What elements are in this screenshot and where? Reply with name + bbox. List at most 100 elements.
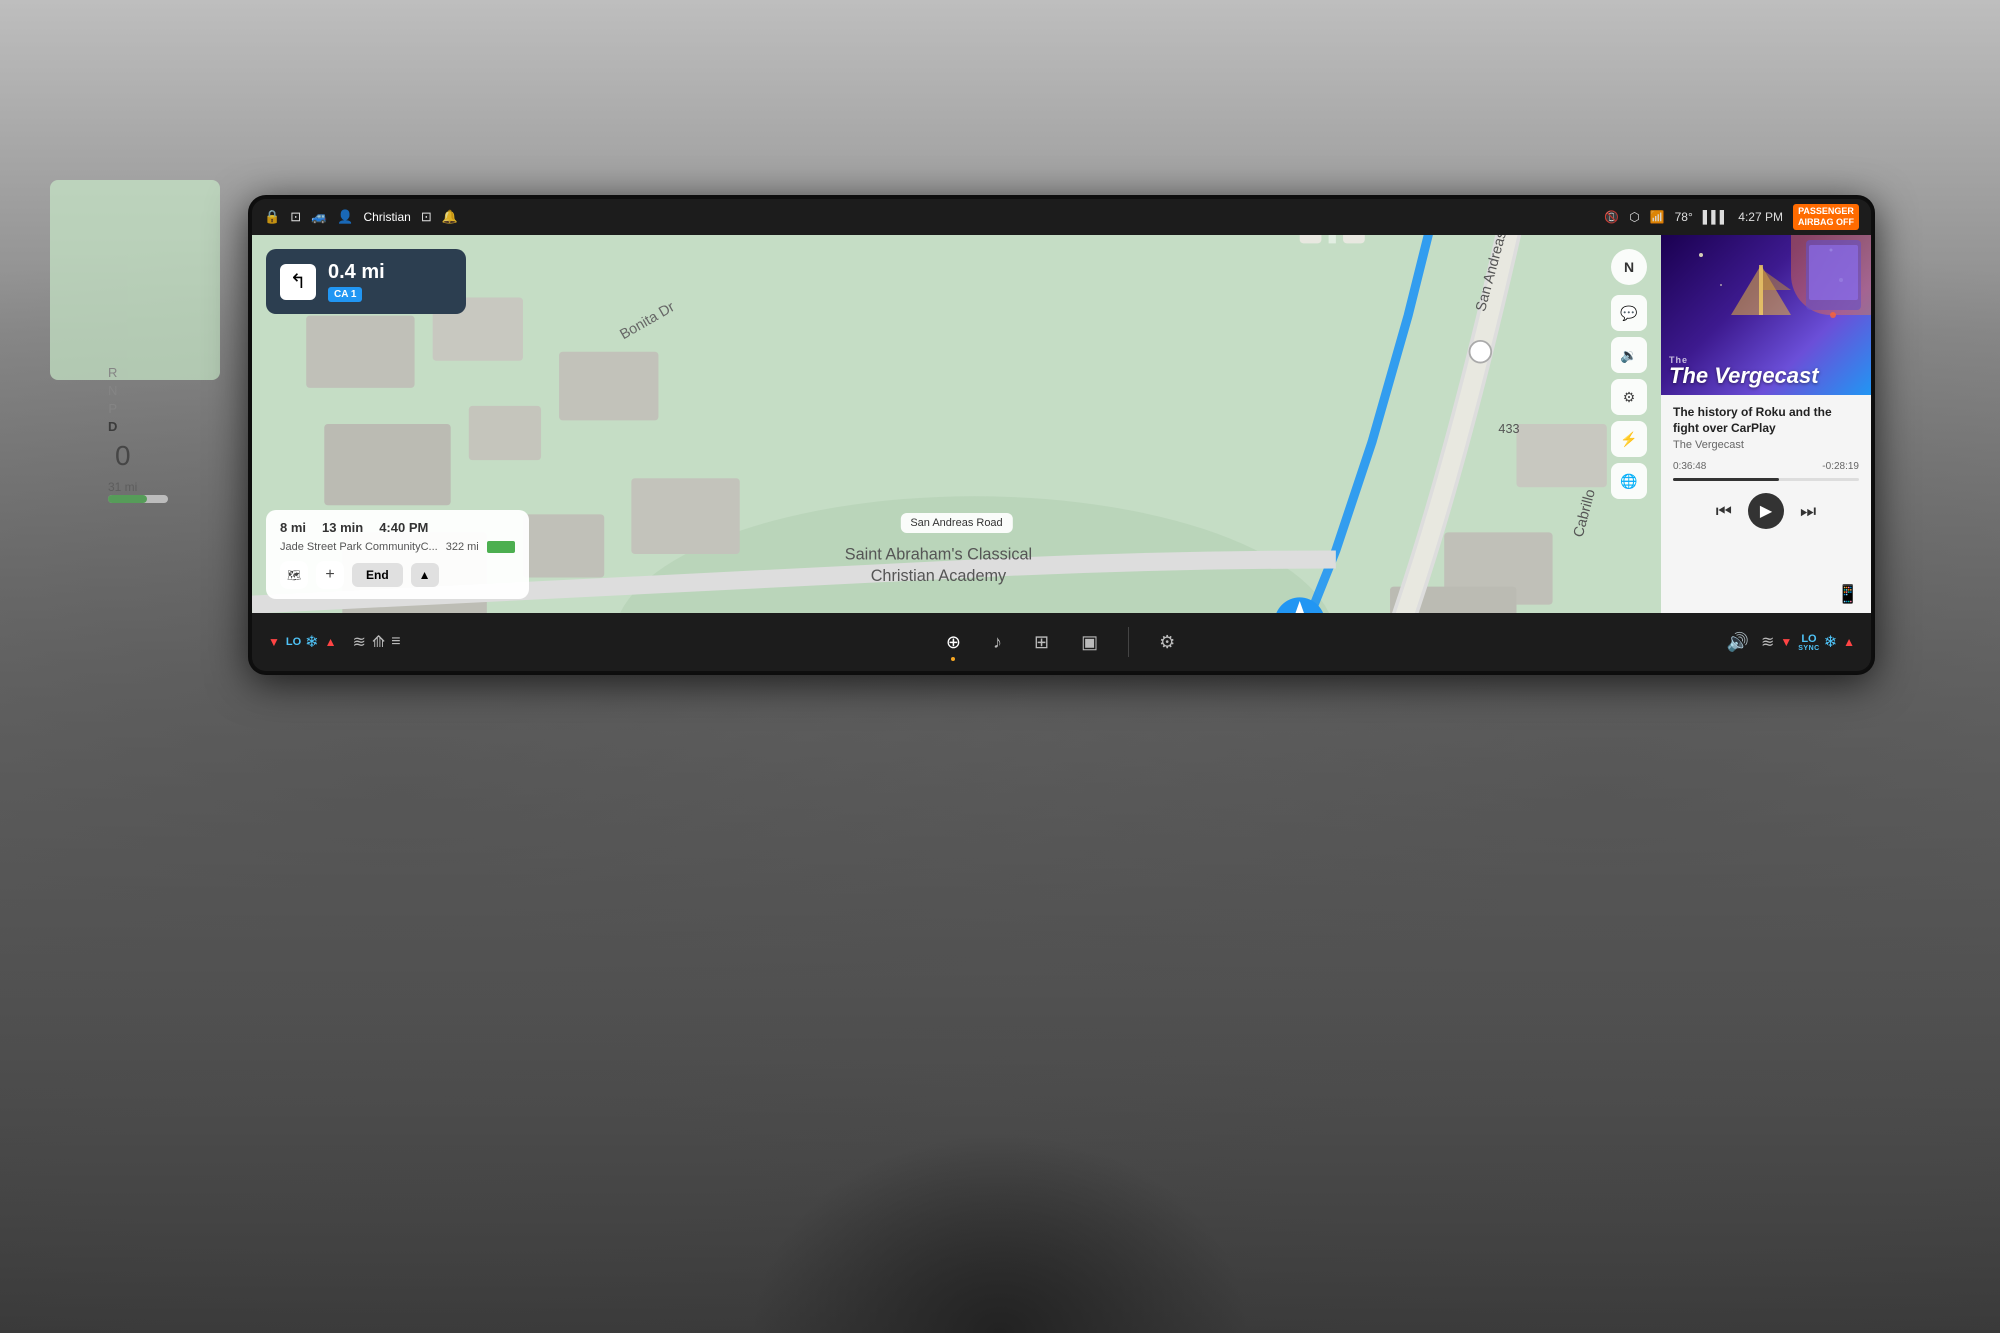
trip-duration: 13 min [322, 520, 363, 535]
car-dashboard: R N P D 0 31 mi 🔒 ⊡ 🚙 👤 Christian ⊡ 🔔 [0, 0, 2000, 1333]
add-stop-btn[interactable]: + [316, 561, 344, 589]
profile-icon[interactable]: ⊡ [421, 209, 432, 225]
speed-display: 0 [115, 440, 131, 472]
left-fan-speed: LO [286, 636, 301, 648]
main-screen: 🔒 ⊡ 🚙 👤 Christian ⊡ 🔔 📵 ⬡ 📶 78° ▌▌▌ 4:27… [252, 199, 1871, 671]
time: 4:27 PM [1738, 210, 1783, 224]
toolbar-center: ⊕ ♪ ⊞ ▣ ⚙ [401, 627, 1721, 657]
temperature: 78° [1675, 210, 1693, 224]
nav-info: 0.4 mi CA 1 [328, 261, 452, 302]
music-tab-btn[interactable]: ♪ [987, 628, 1008, 657]
flash-btn[interactable]: ⚡ [1611, 421, 1647, 457]
right-seat-heat[interactable]: ≋ [1761, 632, 1774, 652]
range-text: 322 mi [446, 541, 479, 553]
trip-panel: 8 mi 13 min 4:40 PM Jade Street Park Com… [266, 510, 529, 599]
trip-distance: 8 mi [280, 520, 306, 535]
volume-btn[interactable]: 🔉 [1611, 337, 1647, 373]
right-fan-icon[interactable]: ❄ [1824, 632, 1837, 652]
vergecast-title: The Vergecast [1669, 365, 1863, 387]
phone-btn[interactable]: 📱 [1837, 584, 1859, 605]
trip-actions: 🗺 + End ▲ [280, 561, 515, 589]
globe-btn[interactable]: 🌐 [1611, 463, 1647, 499]
podcast-title-overlay: The The Vergecast [1669, 355, 1863, 387]
nav-tab-btn[interactable]: ⊕ [940, 628, 967, 657]
camera-tab-btn[interactable]: ▣ [1075, 628, 1104, 657]
person-icon[interactable]: 👤 [337, 209, 353, 225]
gear-p: P [108, 401, 117, 416]
right-sidebar: The The Vergecast The history of Roku an… [1661, 235, 1871, 613]
podcast-cover[interactable]: The The Vergecast [1661, 235, 1871, 395]
north-indicator: N [1611, 249, 1647, 285]
svg-text:Christian Academy: Christian Academy [871, 567, 1007, 585]
signal-icon: 📶 [1650, 210, 1665, 224]
gear-n: N [108, 383, 117, 398]
steering-wheel-hint [750, 1133, 1250, 1333]
trip-destination: Jade Street Park CommunityC... 322 mi [280, 541, 515, 553]
toolbar-left: ▼ LO ❄ ▲ ≋ ⟰ ≡ [268, 632, 401, 652]
right-fan-speed: LO [1801, 633, 1816, 645]
copy-icon[interactable]: ⊡ [290, 209, 301, 225]
turn-icon: ↰ [280, 264, 316, 300]
play-pause-btn[interactable]: ▶ [1748, 493, 1784, 529]
trip-eta: 4:40 PM [379, 520, 428, 535]
nav-road-badge: CA 1 [328, 287, 452, 302]
signal-bars: ▌▌▌ [1703, 210, 1729, 224]
battery-bar [108, 495, 168, 503]
left-fan-control: LO ❄ [286, 632, 319, 652]
dest-text: Jade Street Park CommunityC... [280, 541, 438, 553]
expand-btn[interactable]: ▲ [411, 563, 439, 587]
time-remaining: -0:28:19 [1822, 461, 1859, 472]
chat-btn[interactable]: 💬 [1611, 295, 1647, 331]
battery-fill [108, 495, 147, 503]
airbag-badge: PASSENGER AIRBAG OFF [1793, 204, 1859, 230]
lock-icon[interactable]: 🔒 [264, 209, 280, 225]
main-content-area: CA 1 Saint Abraham's Classical Christian… [252, 235, 1871, 613]
volume-btn-right[interactable]: 🔊 [1721, 628, 1755, 657]
range-display: 31 mi [108, 480, 137, 494]
nav-distance: 0.4 mi [328, 261, 452, 284]
seat-heat-1[interactable]: ≋ [352, 632, 365, 652]
map-controls: 💬 🔉 ⚙ ⚡ 🌐 [1611, 295, 1647, 499]
media-times: 0:36:48 -0:28:19 [1673, 461, 1859, 472]
gear-d: D [108, 419, 117, 434]
right-up-arrow[interactable]: ▲ [1843, 635, 1855, 649]
gear-r: R [108, 365, 117, 380]
media-info: The history of Roku and the fight over C… [1661, 395, 1871, 576]
bottom-toolbar: ▼ LO ❄ ▲ ≋ ⟰ ≡ ⊕ ♪ [252, 613, 1871, 671]
map-area[interactable]: CA 1 Saint Abraham's Classical Christian… [252, 235, 1661, 613]
end-route-btn[interactable]: End [352, 563, 403, 587]
settings-tab-btn[interactable]: ⚙ [1153, 628, 1181, 657]
status-right: 📵 ⬡ 📶 78° ▌▌▌ 4:27 PM PASSENGER AIRBAG O… [1604, 204, 1859, 230]
progress-bar[interactable] [1673, 478, 1859, 481]
toolbar-divider [1128, 627, 1129, 657]
gear-indicator: R N P D [108, 365, 117, 434]
left-up-arrow[interactable]: ▲ [325, 635, 337, 649]
right-fan-control: LO SYNC ❄ [1798, 632, 1837, 652]
apps-tab-btn[interactable]: ⊞ [1028, 628, 1055, 657]
heated-seat-icon[interactable]: ≡ [391, 633, 400, 651]
trip-stats: 8 mi 13 min 4:40 PM [280, 520, 515, 535]
settings-btn[interactable]: ⚙ [1611, 379, 1647, 415]
left-cluster: R N P D 0 31 mi [50, 180, 220, 380]
defrost-icon[interactable]: ⟰ [372, 632, 385, 652]
toolbar-right: 🔊 ≋ ▼ LO SYNC ❄ ▲ [1721, 628, 1855, 657]
ca-shield: CA 1 [328, 287, 362, 302]
left-down-arrow[interactable]: ▼ [268, 635, 280, 649]
sync-label: SYNC [1798, 645, 1819, 652]
battery-icon [487, 541, 515, 553]
status-left: 🔒 ⊡ 🚙 👤 Christian ⊡ 🔔 [264, 209, 458, 225]
time-elapsed: 0:36:48 [1673, 461, 1706, 472]
left-fan-icon[interactable]: ❄ [305, 632, 318, 652]
next-btn[interactable]: ⏭ [1800, 501, 1816, 522]
wifi-off-icon: 📵 [1604, 210, 1619, 224]
bell-icon[interactable]: 🔔 [442, 209, 458, 225]
phone-icon-area: 📱 [1661, 576, 1871, 613]
right-down-arrow[interactable]: ▼ [1780, 635, 1792, 649]
route-icon-btn[interactable]: 🗺 [280, 561, 308, 589]
nav-instruction-card: ↰ 0.4 mi CA 1 [266, 249, 466, 314]
car-icon[interactable]: 🚙 [311, 209, 327, 225]
show-name: The Vergecast [1673, 439, 1859, 451]
status-bar: 🔒 ⊡ 🚙 👤 Christian ⊡ 🔔 📵 ⬡ 📶 78° ▌▌▌ 4:27… [252, 199, 1871, 235]
prev-btn[interactable]: ⏮ [1716, 501, 1732, 522]
bluetooth-icon: ⬡ [1629, 210, 1639, 224]
